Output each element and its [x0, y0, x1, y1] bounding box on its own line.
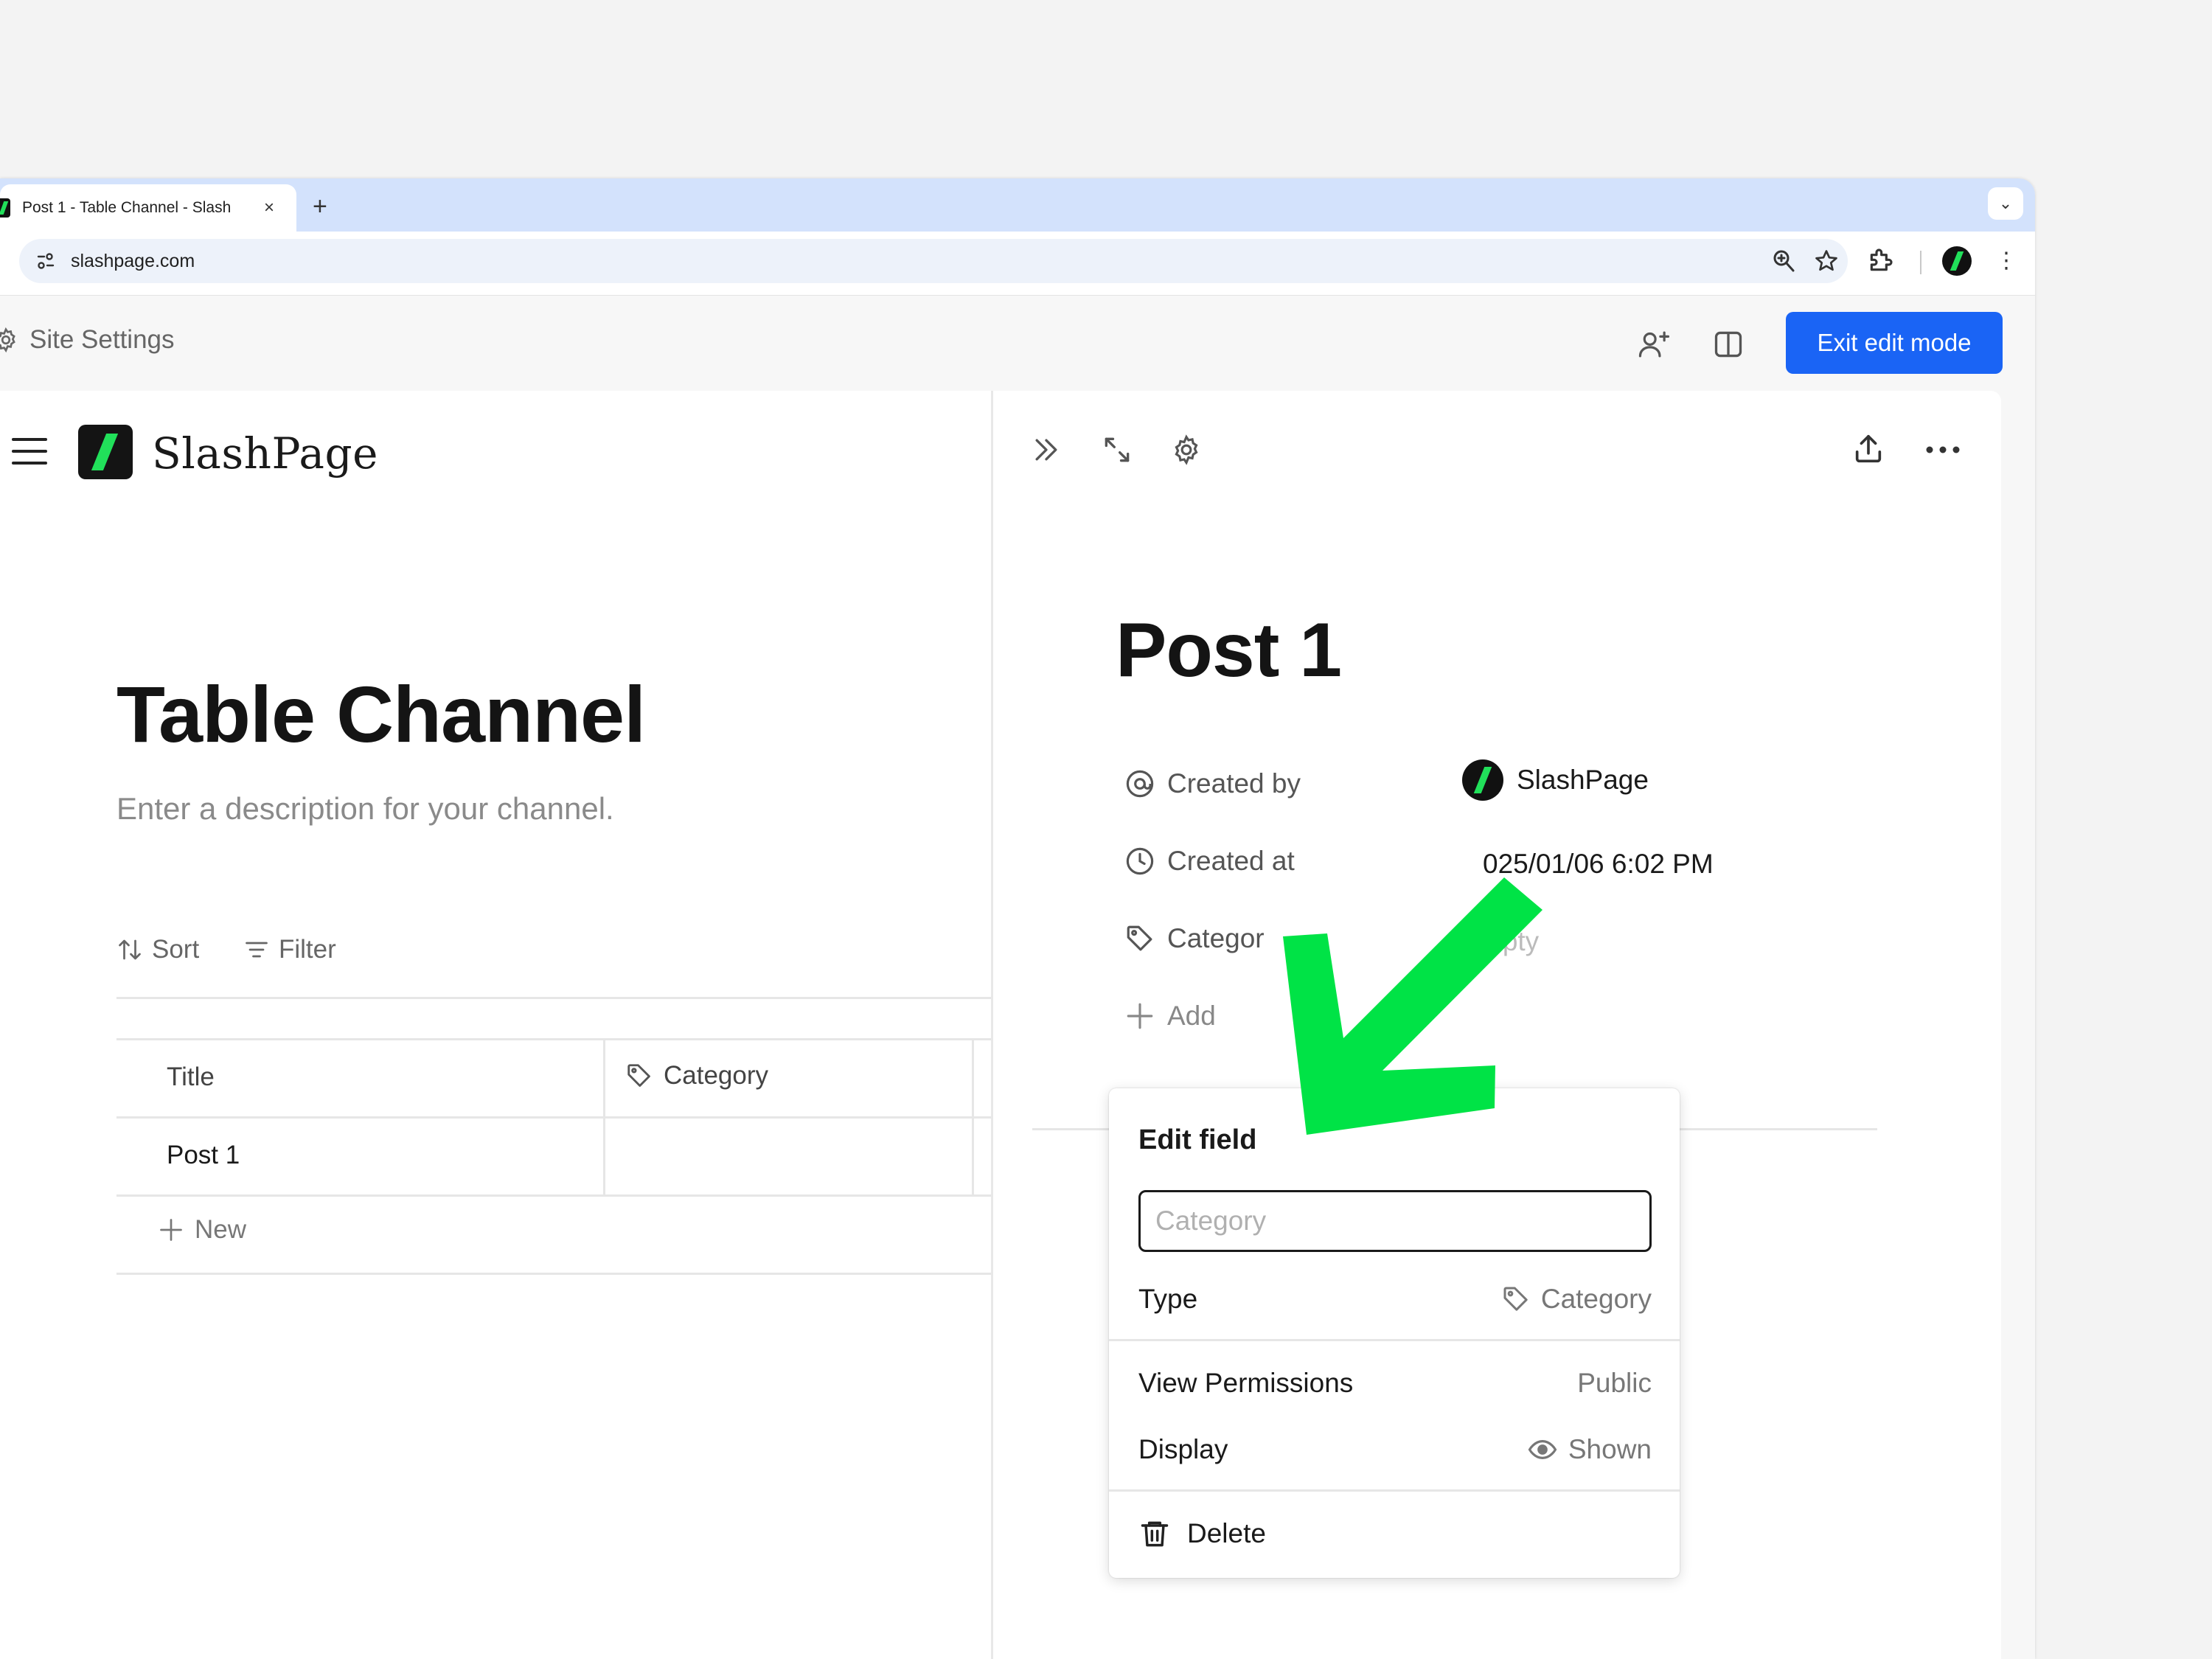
- tab-strip: Post 1 - Table Channel - Slash × + ⌄: [0, 178, 2035, 232]
- table-divider: [116, 1194, 991, 1197]
- site-settings-label: Site Settings: [29, 325, 175, 354]
- table-divider: [116, 997, 991, 999]
- type-label: Type: [1138, 1284, 1198, 1314]
- view-permissions-value: Public: [1577, 1368, 1652, 1398]
- post-title[interactable]: Post 1: [1116, 605, 1342, 696]
- zoom-icon[interactable]: [1771, 248, 1796, 274]
- popover-divider: [1109, 1489, 1680, 1492]
- site-settings-button[interactable]: Site Settings: [0, 325, 175, 355]
- filter-lines-icon: [243, 936, 270, 963]
- browser-menu-icon[interactable]: ⋮: [1995, 245, 2017, 277]
- clock-icon: [1124, 846, 1155, 877]
- new-row-button[interactable]: New: [158, 1215, 246, 1245]
- property-label: Created at: [1167, 846, 1295, 876]
- column-header-label: Category: [664, 1061, 769, 1090]
- annotation-arrow-icon: [1283, 877, 1543, 1135]
- expand-arrows-icon[interactable]: [1101, 434, 1133, 466]
- tab-close-icon[interactable]: ×: [264, 198, 274, 218]
- user-circle-icon: [1124, 768, 1155, 799]
- settings-gear-icon[interactable]: [1170, 434, 1203, 466]
- sort-label: Sort: [152, 935, 200, 964]
- column-header-category[interactable]: Category: [625, 1059, 768, 1093]
- type-value: Category: [1501, 1284, 1652, 1315]
- view-permissions-label: View Permissions: [1138, 1368, 1354, 1398]
- field-type-row[interactable]: Type Category: [1138, 1277, 1652, 1321]
- bookmark-star-icon[interactable]: [1814, 248, 1839, 274]
- delete-field-button[interactable]: Delete: [1138, 1512, 1266, 1556]
- add-property-button[interactable]: Add: [1124, 1001, 1216, 1032]
- browser-window: Post 1 - Table Channel - Slash × + ⌄ sla…: [0, 178, 2035, 1659]
- display-row[interactable]: Display Shown: [1138, 1427, 1652, 1472]
- share-upload-icon[interactable]: [1851, 432, 1885, 466]
- site-info-icon[interactable]: [34, 249, 58, 273]
- slashpage-logo-icon[interactable]: [78, 425, 133, 479]
- plus-icon: [1124, 1001, 1155, 1032]
- tag-icon: [625, 1062, 653, 1090]
- new-tab-button[interactable]: +: [313, 192, 327, 221]
- split-view-icon[interactable]: [1712, 328, 1745, 361]
- created-by-name: SlashPage: [1517, 765, 1649, 795]
- browser-toolbar: slashpage.com ⋮: [0, 232, 2035, 295]
- channel-description[interactable]: Enter a description for your channel.: [116, 790, 614, 827]
- tag-icon: [1501, 1284, 1531, 1314]
- column-header-title[interactable]: Title: [167, 1060, 215, 1094]
- plus-icon: [158, 1217, 184, 1243]
- gear-icon: [0, 327, 19, 353]
- browser-tab[interactable]: Post 1 - Table Channel - Slash ×: [0, 184, 296, 232]
- property-label: Categor: [1167, 923, 1265, 953]
- property-label: Created by: [1167, 768, 1301, 799]
- popover-divider: [1109, 1339, 1680, 1341]
- eye-icon: [1527, 1434, 1558, 1465]
- display-label: Display: [1138, 1434, 1228, 1464]
- view-permissions-row[interactable]: View Permissions Public: [1138, 1361, 1652, 1405]
- logo-text[interactable]: SlashPage: [152, 428, 378, 479]
- filter-label: Filter: [279, 935, 336, 964]
- chevrons-right-icon[interactable]: [1030, 434, 1062, 466]
- more-options-icon[interactable]: [1924, 434, 1962, 466]
- property-category[interactable]: Categor: [1124, 923, 1265, 954]
- sort-button[interactable]: Sort: [116, 935, 199, 964]
- edit-field-popover: Edit field Type Category View Permission…: [1109, 1088, 1680, 1578]
- new-row-label: New: [195, 1215, 247, 1244]
- menu-hamburger-icon[interactable]: [12, 437, 47, 466]
- tab-title: Post 1 - Table Channel - Slash: [22, 199, 232, 216]
- invite-user-icon[interactable]: [1637, 328, 1671, 361]
- slashpage-avatar-icon: [1462, 759, 1503, 801]
- app-header: Site Settings Exit edit mode: [0, 295, 2035, 383]
- popover-heading: Edit field: [1138, 1124, 1257, 1155]
- tag-icon: [1124, 923, 1155, 954]
- table-divider: [116, 1038, 991, 1040]
- url-text[interactable]: slashpage.com: [71, 249, 195, 273]
- table-column-divider: [603, 1038, 605, 1194]
- table-divider: [116, 1273, 991, 1275]
- exit-edit-mode-button[interactable]: Exit edit mode: [1786, 312, 2003, 374]
- created-by-value: SlashPage: [1462, 759, 1649, 801]
- type-value-label: Category: [1540, 1284, 1652, 1314]
- tab-search-button[interactable]: ⌄: [1988, 187, 2023, 220]
- property-created-by: Created by: [1124, 768, 1301, 799]
- channel-title[interactable]: Table Channel: [116, 667, 646, 762]
- toolbar-divider: [1920, 251, 1921, 274]
- table-column-divider: [972, 1038, 974, 1194]
- sort-arrows-icon: [116, 936, 143, 963]
- extensions-puzzle-icon[interactable]: [1865, 246, 1895, 276]
- filter-button[interactable]: Filter: [243, 935, 336, 964]
- profile-avatar-icon[interactable]: [1942, 246, 1972, 276]
- table-divider: [116, 1116, 991, 1119]
- channel-page: SlashPage Table Channel Enter a descript…: [0, 391, 991, 1659]
- trash-icon: [1138, 1517, 1171, 1550]
- address-bar[interactable]: slashpage.com: [19, 239, 1848, 283]
- property-created-at: Created at: [1124, 846, 1295, 877]
- field-name-input[interactable]: [1138, 1190, 1652, 1252]
- table-row-title-cell[interactable]: Post 1: [167, 1138, 240, 1172]
- display-value-label: Shown: [1568, 1434, 1652, 1464]
- add-property-label: Add: [1167, 1001, 1216, 1031]
- display-value: Shown: [1527, 1434, 1652, 1465]
- slashpage-favicon-icon: [0, 198, 10, 218]
- delete-label: Delete: [1187, 1518, 1266, 1548]
